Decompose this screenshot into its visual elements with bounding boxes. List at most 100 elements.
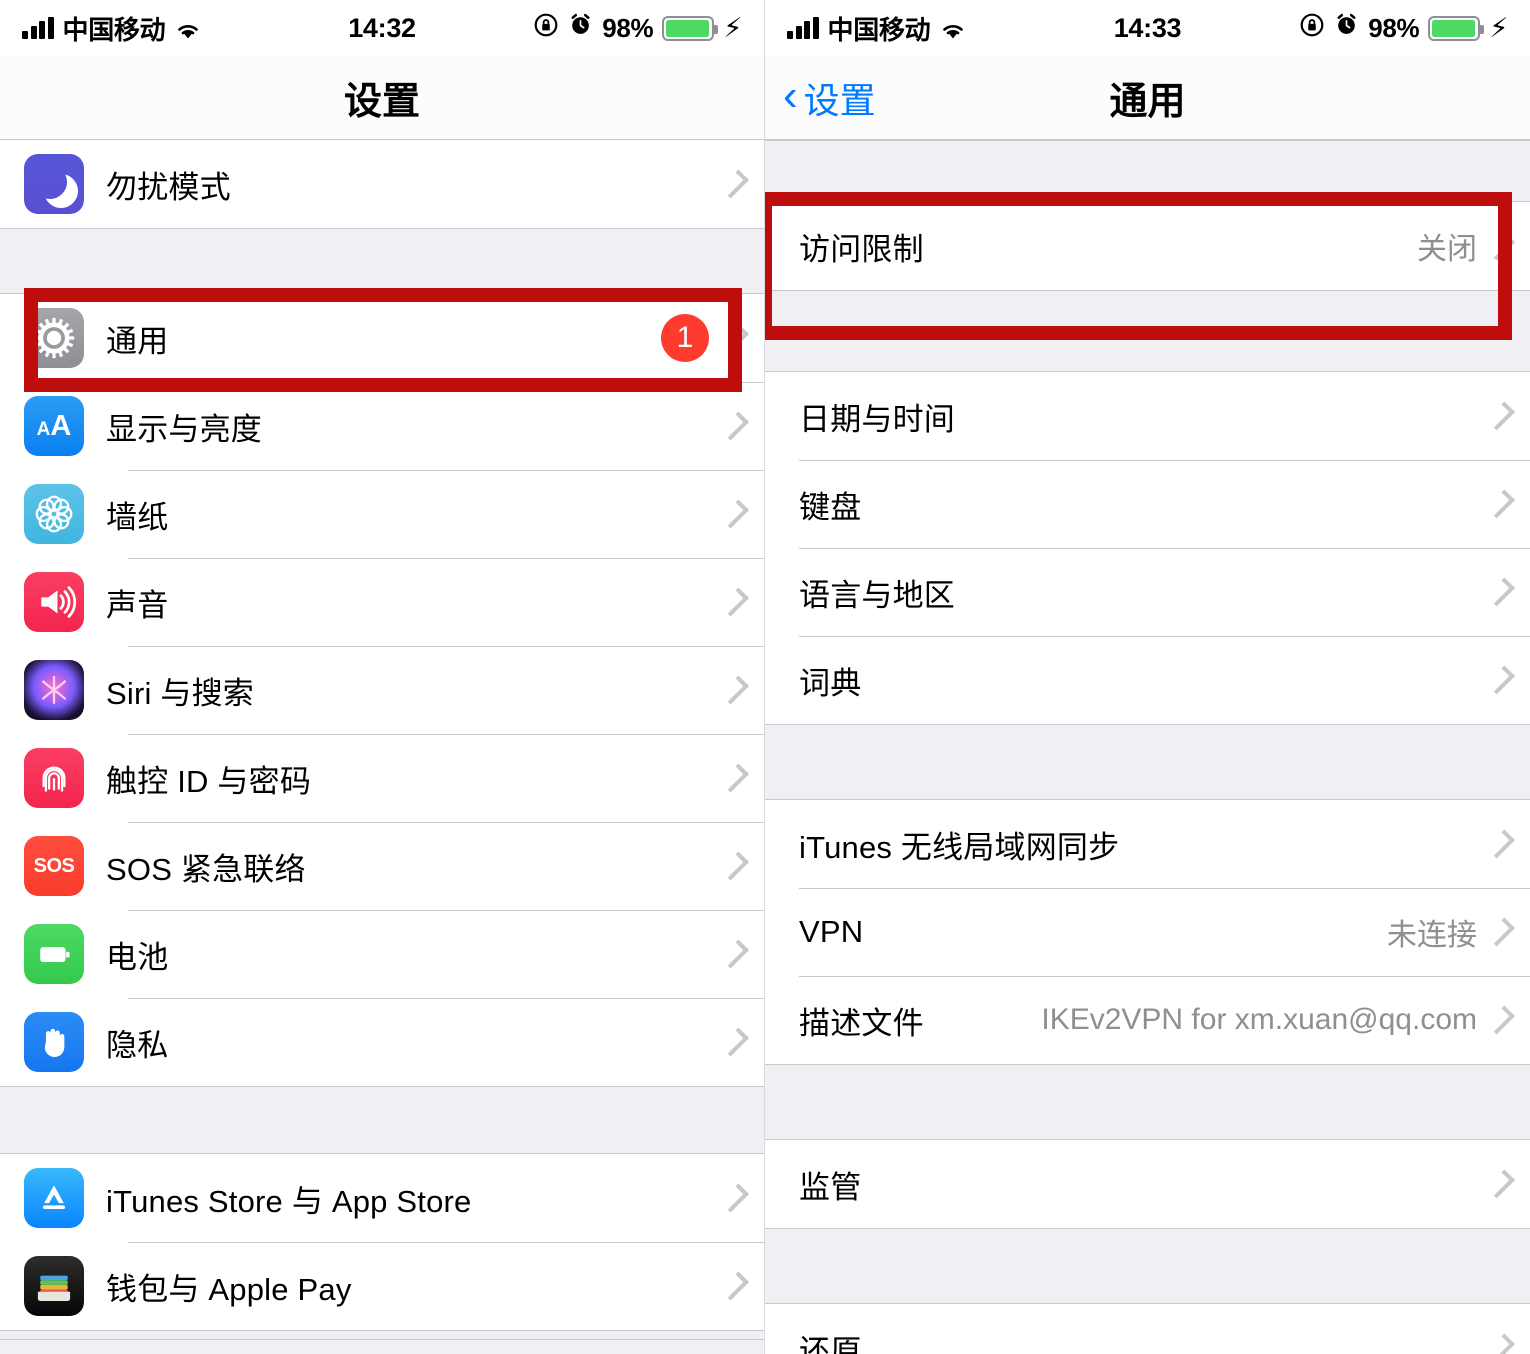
dual-screenshot-container: 中国移动 14:32 98% ⚡ 设置 勿扰模式 通用 1 AA 显示与亮度 墙… [0, 0, 1530, 1354]
list-item-vpn[interactable]: VPN 未连接 [765, 888, 1530, 976]
list-item-do-not-disturb[interactable]: 勿扰模式 [0, 140, 764, 228]
list-item-label: 通用 [106, 323, 169, 359]
chevron-right-icon [1486, 1005, 1515, 1035]
sos-icon: SOS [24, 836, 84, 896]
wifi-icon [174, 17, 202, 39]
clock-label: 14:32 [348, 12, 416, 43]
back-button-label: 设置 [803, 79, 876, 121]
list-item-profile[interactable]: 描述文件 IKEv2VPN for xm.xuan@qq.com [765, 976, 1530, 1064]
battery-percent-label: 98% [602, 12, 654, 43]
settings-group-2: iTunes Store 与 App Store 钱包与 Apple Pay [0, 1154, 764, 1330]
battery-icon [662, 15, 719, 41]
list-item-itunes-wifi-sync[interactable]: iTunes 无线局域网同步 [765, 800, 1530, 888]
section-gap [0, 1086, 764, 1154]
list-item-label: 钱包与 Apple Pay [106, 1271, 352, 1307]
wallpaper-icon [24, 484, 84, 544]
app-store-icon [24, 1168, 84, 1228]
list-item-wallet-apple-pay[interactable]: 钱包与 Apple Pay [0, 1242, 764, 1330]
list-item-label: 显示与亮度 [106, 411, 262, 447]
notification-badge: 1 [661, 314, 709, 362]
chevron-left-icon: ‹ [783, 70, 798, 120]
list-item-sos[interactable]: SOS SOS 紧急联络 [0, 822, 764, 910]
list-item-supervision[interactable]: 监管 [765, 1140, 1530, 1228]
general-screen-right: 中国移动 14:33 98% ⚡ ‹ 设置 通用 访问限制 关闭 日期与时间 键… [765, 0, 1530, 1354]
nav-bar-left: 设置 [0, 56, 764, 140]
hand-privacy-icon [24, 1012, 84, 1072]
list-item-label: 声音 [106, 587, 169, 623]
nav-bar-right: ‹ 设置 通用 [765, 56, 1530, 140]
section-gap [765, 1228, 1530, 1304]
list-item-label: SOS 紧急联络 [106, 851, 306, 887]
section-gap [0, 228, 764, 294]
list-item-display-brightness[interactable]: AA 显示与亮度 [0, 382, 764, 470]
list-item-value: 关闭 [1417, 233, 1477, 266]
alarm-clock-icon [1334, 12, 1359, 44]
list-item-reset[interactable]: 还原 [765, 1304, 1530, 1354]
list-item-label: 勿扰模式 [106, 169, 231, 205]
page-title-settings: 设置 [343, 81, 420, 123]
list-item-label: Siri 与搜索 [106, 675, 254, 711]
settings-group-1: 通用 1 AA 显示与亮度 墙纸 声音 Siri 与搜索 触控 ID 与密码 S… [0, 294, 764, 1086]
general-list-right[interactable]: 访问限制 关闭 日期与时间 键盘 语言与地区 词典 iTunes 无线局域网同步… [765, 140, 1530, 1354]
general-group-3: 监管 [765, 1140, 1530, 1228]
siri-icon [24, 660, 84, 720]
chevron-right-icon [720, 323, 749, 353]
list-item-siri-search[interactable]: Siri 与搜索 [0, 646, 764, 734]
do-not-disturb-icon [24, 154, 84, 214]
chevron-right-icon [1486, 231, 1515, 261]
list-item-value: IKEv2VPN for xm.xuan@qq.com [1041, 1003, 1477, 1036]
list-item-date-time[interactable]: 日期与时间 [765, 372, 1530, 460]
list-item-label: 键盘 [799, 489, 862, 525]
list-item-dictionary[interactable]: 词典 [765, 636, 1530, 724]
list-item-itunes-app-store[interactable]: iTunes Store 与 App Store [0, 1154, 764, 1242]
carrier-label: 中国移动 [62, 14, 166, 45]
list-item-label: iTunes 无线局域网同步 [799, 829, 1120, 865]
list-item-label: 语言与地区 [799, 577, 955, 613]
battery-icon [24, 924, 84, 984]
list-item-label: VPN [799, 914, 864, 949]
rotation-lock-icon [1299, 12, 1325, 45]
display-brightness-icon: AA [24, 396, 84, 456]
lightning-bolt-icon: ⚡ [723, 12, 742, 43]
list-item-battery[interactable]: 电池 [0, 910, 764, 998]
general-group-4: 还原 [765, 1304, 1530, 1354]
chevron-right-icon [1486, 917, 1515, 947]
signal-bars-icon [787, 17, 819, 39]
list-item-privacy[interactable]: 隐私 [0, 998, 764, 1086]
rotation-lock-icon [533, 12, 559, 45]
carrier-label: 中国移动 [827, 14, 931, 45]
list-item-restrictions[interactable]: 访问限制 关闭 [765, 202, 1530, 290]
list-item-label: 日期与时间 [799, 401, 955, 437]
general-group-0: 访问限制 关闭 [765, 202, 1530, 290]
general-group-1: 日期与时间 键盘 语言与地区 词典 [765, 372, 1530, 724]
list-item-label: iTunes Store 与 App Store [106, 1183, 472, 1219]
list-item-wallpaper[interactable]: 墙纸 [0, 470, 764, 558]
battery-percent-label: 98% [1368, 12, 1420, 43]
list-item-general[interactable]: 通用 1 [0, 294, 764, 382]
page-title-general: 通用 [1109, 81, 1186, 123]
gear-icon [24, 308, 84, 368]
list-item-value: 未连接 [1387, 919, 1477, 952]
list-item-label: 触控 ID 与密码 [106, 763, 312, 799]
list-item-label: 隐私 [106, 1027, 169, 1063]
settings-list-left[interactable]: 勿扰模式 通用 1 AA 显示与亮度 墙纸 声音 Siri 与搜索 触控 ID … [0, 140, 764, 1354]
list-item-label: 描述文件 [799, 1005, 924, 1041]
lightning-bolt-icon: ⚡ [1489, 12, 1508, 43]
list-item-label: 墙纸 [106, 499, 169, 535]
section-gap [765, 1064, 1530, 1140]
settings-group-0: 勿扰模式 [0, 140, 764, 228]
settings-screen-left: 中国移动 14:32 98% ⚡ 设置 勿扰模式 通用 1 AA 显示与亮度 墙… [0, 0, 765, 1354]
speaker-icon [24, 572, 84, 632]
list-item-touch-id-passcode[interactable]: 触控 ID 与密码 [0, 734, 764, 822]
wallet-icon [24, 1256, 84, 1316]
battery-icon [1428, 15, 1485, 41]
list-item-keyboard[interactable]: 键盘 [765, 460, 1530, 548]
list-item-language-region[interactable]: 语言与地区 [765, 548, 1530, 636]
list-item-label: 词典 [799, 665, 862, 701]
section-gap [0, 1330, 764, 1340]
alarm-clock-icon [568, 12, 593, 44]
list-item-sounds[interactable]: 声音 [0, 558, 764, 646]
general-group-2: iTunes 无线局域网同步 VPN 未连接 描述文件 IKEv2VPN for… [765, 800, 1530, 1064]
list-item-label: 还原 [799, 1333, 862, 1354]
back-button-settings[interactable]: ‹ 设置 [783, 72, 876, 124]
